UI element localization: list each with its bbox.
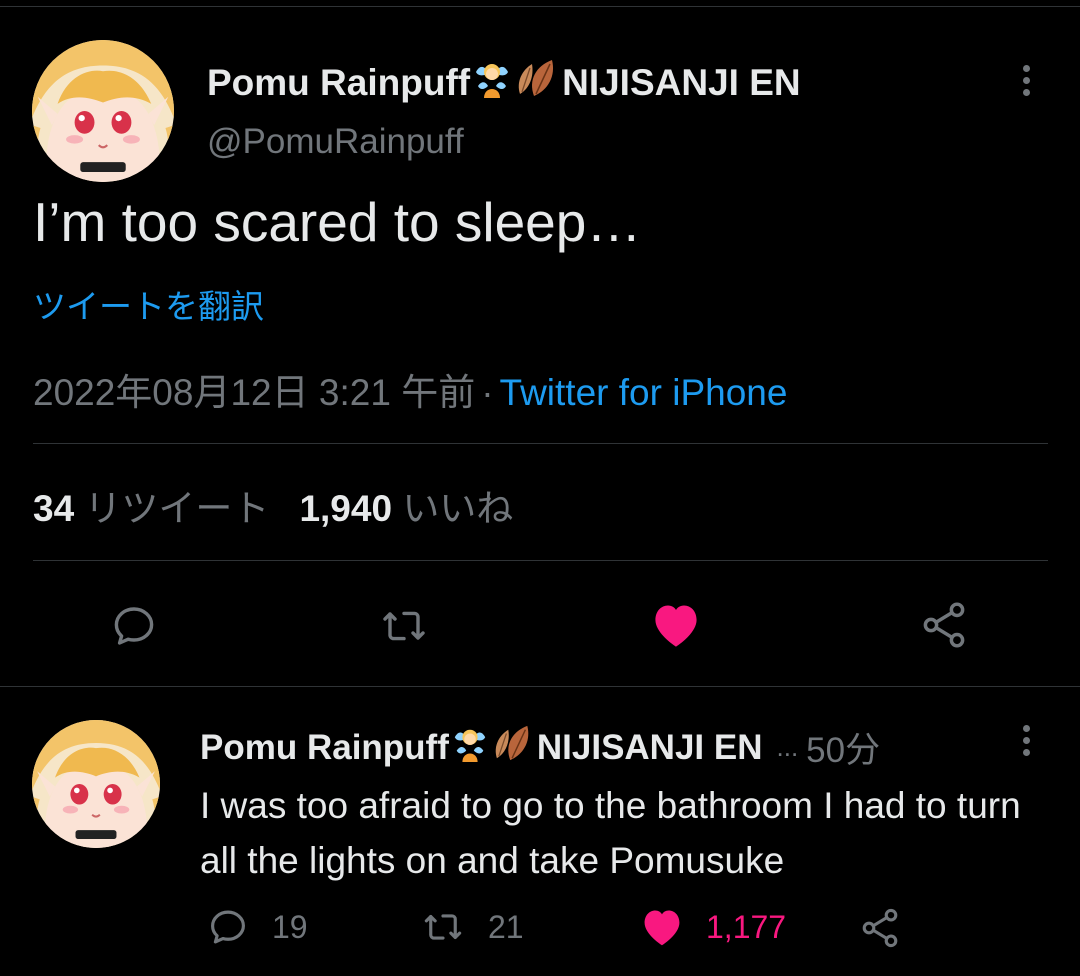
more-vertical-icon[interactable] (1016, 720, 1036, 760)
leaf-emoji-icon (514, 58, 562, 107)
author-name[interactable]: Pomu Rainpuff NIJISANJI EN (207, 58, 801, 107)
tweet-source[interactable]: Twitter for iPhone (500, 372, 788, 413)
reply-retweet-count: 21 (488, 908, 524, 945)
reply-header: Pomu Rainpuff NIJISANJI EN ... 50分 (200, 722, 880, 773)
name-truncation: ... (776, 732, 799, 762)
divider (33, 560, 1048, 561)
author-display-name: Pomu Rainpuff (207, 61, 471, 103)
reply-author-name[interactable]: Pomu Rainpuff NIJISANJI EN (200, 724, 763, 771)
section-divider (0, 686, 1080, 687)
share-icon (862, 908, 898, 948)
like-label: いいね (402, 488, 514, 529)
reply-reply-count: 19 (272, 908, 308, 945)
more-vertical-icon[interactable] (1016, 60, 1036, 100)
tweet-meta: 2022年08月12日 3:21 午前 · Twitter for iPhone (33, 362, 787, 416)
fairy-emoji-icon (472, 58, 512, 107)
retweet-icon (383, 611, 425, 641)
reply-like-button[interactable]: 1,177 (640, 906, 786, 948)
author-handle[interactable]: @PomuRainpuff (207, 122, 464, 162)
tweet-stats: 34 リツイート 1,940 いいね (33, 478, 513, 532)
retweet-button[interactable] (372, 598, 436, 654)
fairy-emoji-icon (451, 724, 489, 771)
heart-icon (655, 605, 697, 647)
reply-share-button[interactable] (858, 906, 924, 950)
leaf-emoji-icon (491, 724, 537, 771)
retweets-stat[interactable]: 34 リツイート (33, 488, 269, 529)
reply-icon (211, 910, 245, 944)
retweet-icon (424, 914, 462, 940)
reply-text: I was too afraid to go to the bathroom I… (200, 785, 1021, 881)
reply-time[interactable]: 50分 (806, 722, 880, 773)
reply-retweet-button[interactable]: 21 (420, 906, 524, 948)
reply-name-suffix: NIJISANJI EN (536, 727, 763, 767)
share-button[interactable] (914, 596, 974, 654)
meta-separator: · (481, 372, 494, 413)
share-icon (923, 602, 965, 648)
like-count: 1,940 (299, 488, 393, 529)
reply-icon (114, 607, 154, 645)
author-name-suffix: NIJISANJI EN (562, 61, 801, 103)
reply-reply-button[interactable]: 19 (206, 906, 308, 948)
reply-display-name: Pomu Rainpuff (200, 727, 449, 767)
reply-author-avatar[interactable] (32, 720, 160, 848)
retweet-count: 34 (33, 488, 75, 529)
divider (33, 443, 1048, 444)
reply-button[interactable] (104, 598, 164, 654)
retweet-label: リツイート (84, 488, 270, 529)
like-button[interactable] (646, 596, 706, 654)
tweet-timestamp[interactable]: 2022年08月12日 3:21 午前 (33, 372, 475, 413)
heart-icon (644, 910, 680, 946)
likes-stat[interactable]: 1,940 いいね (299, 488, 513, 529)
top-divider (0, 6, 1080, 7)
reply-like-count: 1,177 (706, 908, 787, 945)
tweet-text: I’m too scared to sleep… (33, 191, 642, 253)
author-avatar[interactable] (32, 40, 174, 182)
translate-link[interactable]: ツイートを翻訳 (33, 280, 264, 328)
